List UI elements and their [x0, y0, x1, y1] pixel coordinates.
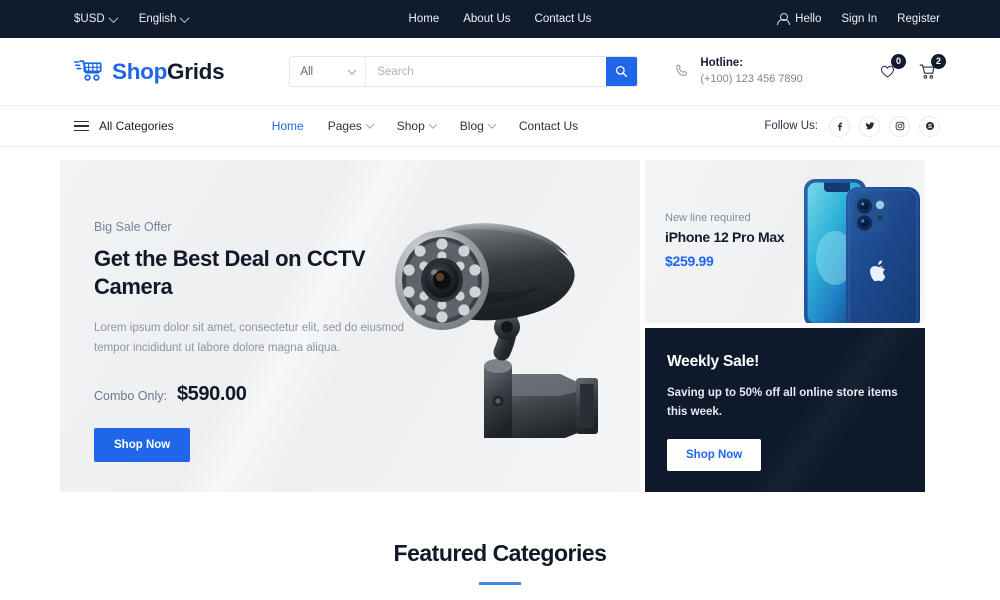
promo-iphone-title: iPhone 12 Pro Max: [665, 229, 785, 245]
promo-sale-title: Weekly Sale!: [667, 353, 760, 370]
iphone-back-view: [846, 187, 920, 323]
search-icon: [616, 65, 628, 78]
featured-categories-title: Featured Categories: [393, 540, 607, 566]
nav-item-blog[interactable]: Blog: [459, 119, 497, 133]
nav-item-shop[interactable]: Shop: [396, 119, 438, 133]
search-button[interactable]: [606, 57, 638, 86]
twitter-glyph: [865, 122, 874, 130]
promo-sale-shop-now-button[interactable]: Shop Now: [667, 439, 762, 472]
language-selector[interactable]: English: [138, 12, 190, 25]
nav-item-pages[interactable]: Pages: [327, 119, 374, 133]
facebook-glyph: [837, 122, 843, 131]
hotline-text: Hotline: (+100) 123 456 7890: [700, 56, 802, 86]
hero-section: Big Sale Offer Get the Best Deal on CCTV…: [0, 160, 1000, 492]
top-link-contact-us[interactable]: Contact Us: [535, 13, 592, 25]
featured-categories-section: Featured Categories: [0, 540, 1000, 585]
nav-label-blog: Blog: [459, 119, 484, 133]
nav-label-home: Home: [271, 119, 304, 133]
site-header: ShopGrids All Hotline: (+100) 123 456 78…: [0, 38, 1000, 105]
all-categories-button[interactable]: All Categories: [74, 119, 174, 133]
site-logo[interactable]: ShopGrids: [74, 58, 225, 85]
chevron-down-icon: [108, 12, 119, 23]
phone-icon: [676, 64, 688, 76]
top-bar-account: Hello Sign In Register: [776, 12, 940, 26]
skype-icon[interactable]: [919, 115, 940, 137]
top-bar: $USD English Home About Us Contact Us He…: [0, 0, 1000, 38]
follow-us-block: Follow Us:: [764, 115, 940, 137]
search-category-select[interactable]: All: [290, 57, 367, 86]
wishlist-count-badge: 0: [891, 53, 906, 69]
nav-item-contact-us[interactable]: Contact Us: [519, 119, 578, 133]
hotline-label: Hotline:: [700, 57, 744, 70]
hero-eyebrow: Big Sale Offer: [94, 220, 172, 234]
logo-text-shop: Shop: [112, 58, 168, 84]
logo-text-grids: Grids: [167, 58, 225, 84]
hero-shop-now-button[interactable]: Shop Now: [94, 427, 191, 462]
cart-count-badge: 2: [931, 53, 946, 69]
search-bar: All: [289, 56, 639, 87]
chevron-down-icon: [179, 12, 190, 23]
top-link-about-us[interactable]: About Us: [463, 13, 510, 25]
nav-item-home[interactable]: Home: [272, 119, 304, 133]
cctv-camera-image: [395, 223, 598, 438]
search-input[interactable]: [366, 57, 607, 86]
top-bar-left: $USD English: [74, 12, 190, 25]
camera-wall-bracket: [484, 359, 598, 438]
hero-side-banners: New line required iPhone 12 Pro Max $259…: [645, 160, 925, 492]
currency-selector[interactable]: $USD: [74, 12, 119, 25]
promo-sale-description: Saving up to 50% off all online store it…: [667, 387, 898, 418]
hotline-block: Hotline: (+100) 123 456 7890: [674, 56, 803, 86]
top-link-home[interactable]: Home: [409, 13, 440, 25]
hero-price-label: Combo Only:: [94, 388, 167, 403]
hero-description: Lorem ipsum dolor sit amet, consectetur …: [94, 322, 405, 355]
main-navbar: All Categories Home Pages Shop Blog Cont…: [0, 105, 1000, 147]
wishlist-button[interactable]: 0: [874, 53, 906, 85]
language-label: English: [138, 13, 177, 25]
promo-banner-iphone[interactable]: New line required iPhone 12 Pro Max $259…: [645, 160, 925, 323]
instagram-glyph: [895, 121, 904, 131]
cart-button[interactable]: 2: [914, 53, 946, 85]
main-menu: Home Pages Shop Blog Contact Us: [272, 119, 578, 133]
user-icon: [776, 12, 791, 26]
currency-label: $USD: [74, 13, 105, 25]
hero-copy: Big Sale Offer Get the Best Deal on CCTV…: [94, 220, 404, 462]
hero-price-row: Combo Only: $590.00: [94, 383, 404, 406]
camera-lens-assembly: [395, 230, 489, 330]
search-category-value: All: [300, 65, 314, 78]
sign-in-link[interactable]: Sign In: [841, 13, 877, 25]
chevron-down-icon: [487, 120, 497, 129]
all-categories-label: All Categories: [99, 119, 174, 133]
facebook-icon[interactable]: [829, 115, 850, 137]
hotline-number: (+100) 123 456 7890: [700, 72, 803, 85]
promo-banner-weekly-sale[interactable]: Weekly Sale! Saving up to 50% off all on…: [645, 328, 925, 492]
hamburger-icon: [74, 120, 89, 132]
logo-text: ShopGrids: [112, 58, 225, 85]
hero-price-value: $590.00: [176, 382, 247, 405]
nav-label-pages: Pages: [327, 119, 362, 133]
promo-iphone-eyebrow: New line required: [665, 212, 751, 224]
account-greeting: Hello: [776, 12, 822, 26]
hero-title: Get the Best Deal on CCTV Camera: [94, 246, 366, 300]
header-actions: 0 2: [874, 53, 946, 85]
promo-iphone-price: $259.99: [665, 253, 714, 269]
promo-iphone-copy: New line required iPhone 12 Pro Max $259…: [665, 212, 785, 269]
shopping-cart-icon: [74, 60, 102, 81]
section-underline: [479, 582, 521, 585]
greeting-label: Hello: [795, 13, 822, 25]
twitter-icon[interactable]: [859, 115, 880, 137]
nav-label-contact-us: Contact Us: [518, 119, 579, 133]
chevron-down-icon: [428, 120, 438, 129]
nav-label-shop: Shop: [396, 119, 425, 133]
skype-glyph: [925, 122, 934, 130]
follow-us-label: Follow Us:: [764, 120, 818, 132]
chevron-down-icon: [365, 120, 374, 129]
register-link[interactable]: Register: [897, 13, 940, 25]
instagram-icon[interactable]: [889, 115, 910, 137]
hero-main-banner[interactable]: Big Sale Offer Get the Best Deal on CCTV…: [60, 160, 640, 492]
chevron-down-icon: [348, 65, 357, 75]
iphone-12-pro-max-image: [804, 179, 920, 323]
